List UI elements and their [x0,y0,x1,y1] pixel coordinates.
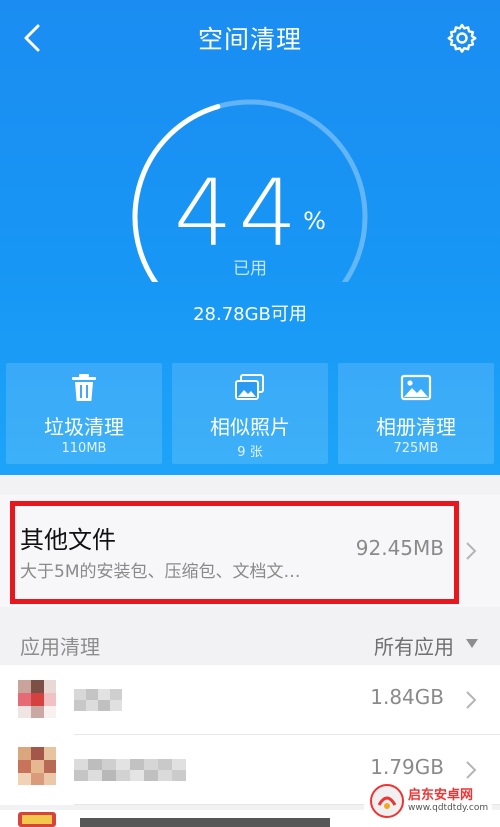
other-files-row[interactable]: 其他文件 大于5M的安装包、压缩包、文档文… 92.45MB [0,495,500,607]
album-clean-card[interactable]: 相册清理 725MB [338,363,494,464]
watermark-text: 启东安卓网 [408,788,474,803]
percent-value: 44 [174,160,304,267]
storage-percent: 44% [0,160,500,267]
gear-icon [447,23,477,53]
top-bar: 空间清理 [0,0,500,76]
app-filter-dropdown[interactable]: 所有应用 [374,631,454,660]
junk-clean-size: 110MB [61,441,107,456]
similar-photos-label: 相似照片 [210,415,290,439]
storage-hero: 空间清理 44% 已用 28.78GB可用 垃圾清理 110MB 相似照片 9 … [0,0,500,475]
settings-button[interactable] [444,20,480,56]
trash-icon [72,374,96,401]
similar-photos-card[interactable]: 相似照片 9 张 [172,363,328,464]
quick-actions: 垃圾清理 110MB 相似照片 9 张 相册清理 725MB [6,363,494,464]
other-files-title: 其他文件 [20,526,116,554]
app-name-blurred [80,818,330,827]
app-clean-header: 应用清理 所有应用 [0,623,500,665]
watermark-logo-icon [370,784,404,818]
similar-photos-count: 9 张 [237,445,263,460]
used-label: 已用 [233,259,267,279]
chevron-right-icon [466,691,477,709]
list-item[interactable]: 1.84GB [0,665,500,735]
caret-down-icon [466,639,478,648]
page-title: 空间清理 [197,25,302,54]
album-clean-label: 相册清理 [376,415,456,439]
app-name-blurred [74,759,186,781]
photos-icon [235,374,264,400]
watermark-url: www.qdtdtdy.com [408,803,489,813]
other-files-size: 92.45MB [355,536,444,560]
app-size: 1.84GB [370,685,444,709]
watermark: 启东安卓网 www.qdtdtdy.com [364,779,492,823]
chevron-right-icon [466,542,477,560]
app-icon [18,680,56,718]
album-clean-size: 725MB [393,441,439,456]
app-icon [18,747,56,785]
chevron-right-icon [466,761,477,779]
app-name-blurred [74,689,122,711]
junk-clean-card[interactable]: 垃圾清理 110MB [6,363,162,464]
app-icon [18,812,56,827]
app-size: 1.79GB [370,755,444,779]
app-clean-title: 应用清理 [20,635,100,659]
percent-sign: % [303,207,326,235]
junk-clean-label: 垃圾清理 [44,415,124,439]
other-files-description: 大于5M的安装包、压缩包、文档文… [20,562,301,582]
album-icon [400,374,432,401]
available-space: 28.78GB可用 [193,304,307,325]
